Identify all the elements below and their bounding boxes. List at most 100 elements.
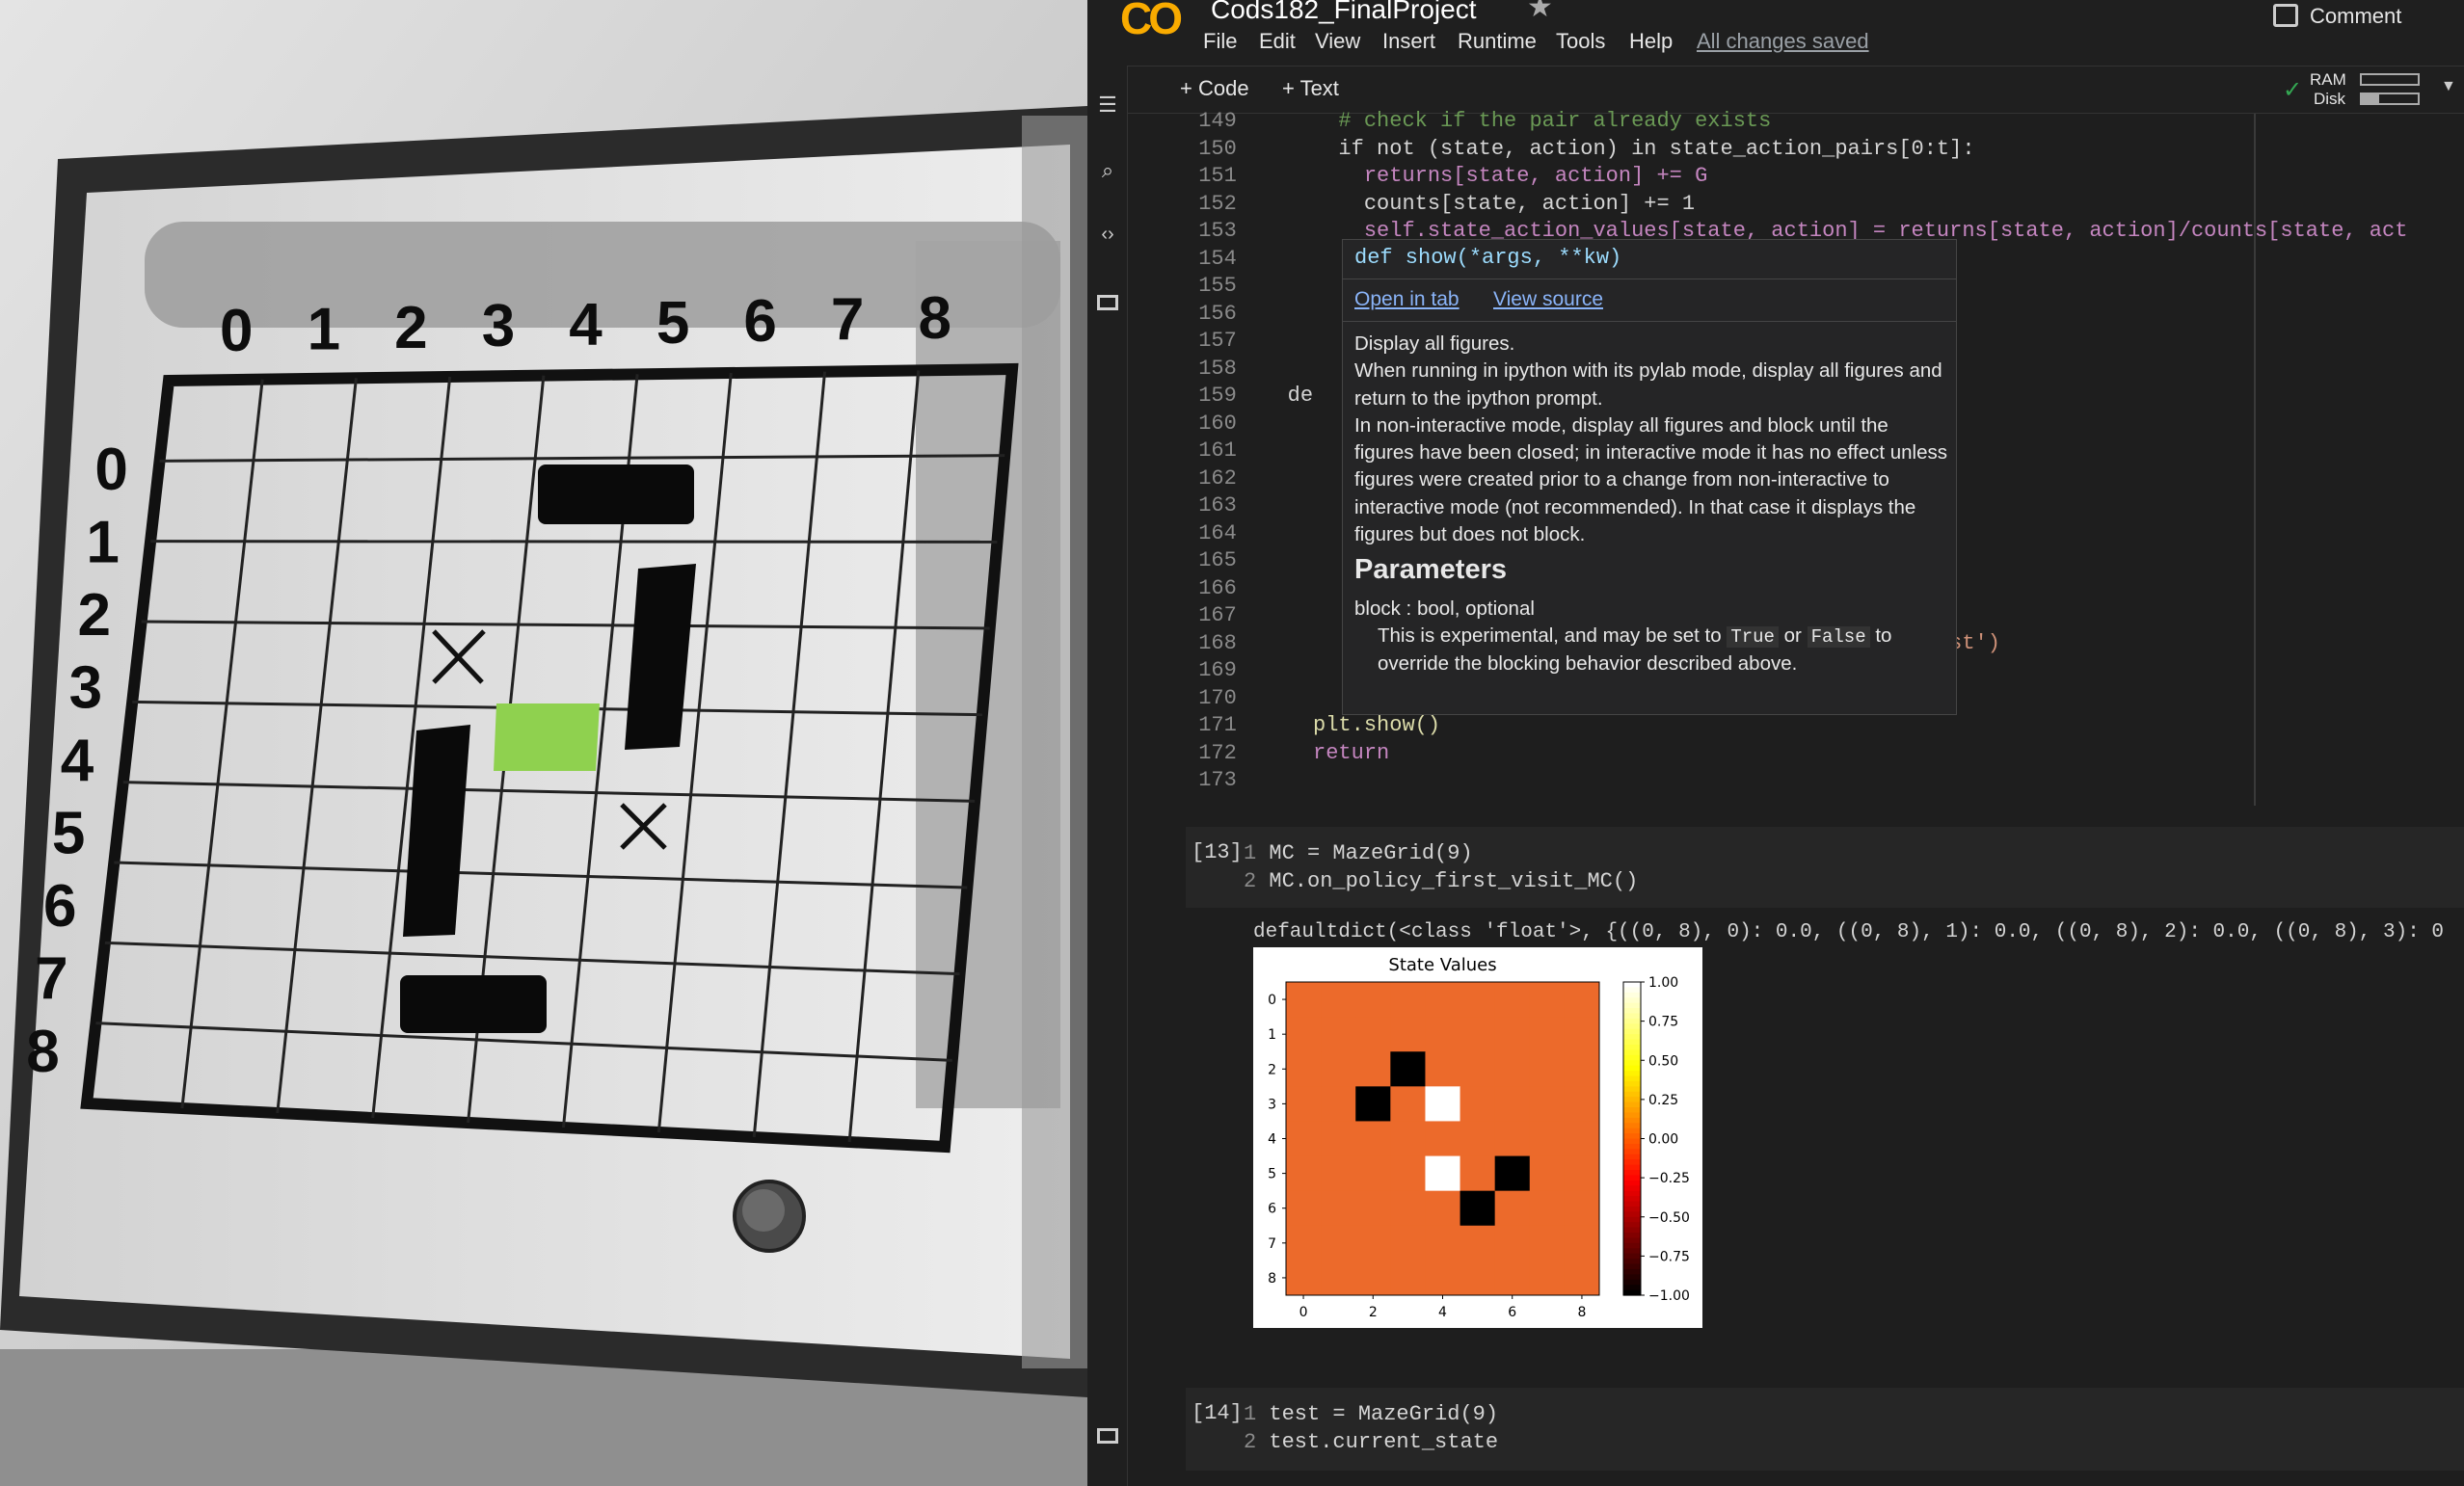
heatmap-cell xyxy=(1564,1121,1600,1157)
colorbar-segment xyxy=(1623,1091,1641,1098)
line-number: 151 xyxy=(1186,164,1237,188)
column-label: 3 xyxy=(482,293,515,359)
code-line: 158 xyxy=(1186,356,1262,384)
heatmap-cell xyxy=(1321,1225,1356,1261)
left-sidebar: ☰ ⌕ ‹› xyxy=(1087,66,1128,1486)
colorbar-segment xyxy=(1623,1039,1641,1046)
chevron-down-icon[interactable]: ▼ xyxy=(2441,78,2456,95)
x-tick-label: 4 xyxy=(1438,1305,1447,1320)
code-text: return xyxy=(1236,740,1390,765)
menu-edit[interactable]: Edit xyxy=(1259,29,1296,54)
table-of-contents-icon[interactable]: ☰ xyxy=(1095,93,1120,118)
star-icon[interactable]: ★ xyxy=(1527,0,1553,24)
save-status[interactable]: All changes saved xyxy=(1697,29,1869,54)
tooltip-param-name: block : bool, optional xyxy=(1354,597,1535,620)
add-text-button[interactable]: + Text xyxy=(1282,76,1339,101)
disk-meter[interactable] xyxy=(2360,93,2420,105)
heatmap-cell xyxy=(1321,1086,1356,1122)
colorbar-tick-label: −1.00 xyxy=(1648,1288,1690,1304)
colorbar-tick-label: 1.00 xyxy=(1648,975,1678,991)
menu-view[interactable]: View xyxy=(1315,29,1360,54)
colorbar-segment xyxy=(1623,1149,1641,1155)
heatmap-cell xyxy=(1321,1017,1356,1052)
colorbar-segment xyxy=(1623,1128,1641,1134)
colorbar-segment xyxy=(1623,1279,1641,1286)
view-source-link[interactable]: View source xyxy=(1493,288,1603,311)
colorbar-tick-label: −0.75 xyxy=(1648,1249,1690,1264)
heatmap-cell xyxy=(1564,1017,1600,1052)
colorbar-segment xyxy=(1623,1185,1641,1192)
ram-label: RAM xyxy=(2310,70,2346,89)
code-cell-13[interactable]: [13] 1 MC = MazeGrid(9) 2 MC.on_policy_f… xyxy=(1186,827,2464,908)
open-in-tab-link[interactable]: Open in tab xyxy=(1354,288,1460,311)
comment-button[interactable]: Comment xyxy=(2310,4,2401,29)
ram-meter[interactable] xyxy=(2360,73,2420,86)
colorbar-segment xyxy=(1623,1222,1641,1229)
notebook-title[interactable]: Cods182_FinalProject xyxy=(1211,0,1477,25)
menu-tools[interactable]: Tools xyxy=(1556,29,1605,54)
code-line: 161 xyxy=(1186,438,1262,465)
heatmap-cell xyxy=(1286,982,1322,1018)
search-icon[interactable]: ⌕ xyxy=(1095,158,1120,183)
colorbar-segment xyxy=(1623,1175,1641,1181)
heatmap-cell xyxy=(1529,1051,1566,1087)
heatmap-cell xyxy=(1321,1051,1356,1087)
heatmap-cell xyxy=(1564,1225,1600,1261)
cell-prompt[interactable]: [13] xyxy=(1192,840,1243,864)
code-snippets-icon[interactable]: ‹› xyxy=(1095,224,1120,249)
x-tick-label: 6 xyxy=(1508,1305,1516,1320)
colorbar-segment xyxy=(1623,1107,1641,1114)
heatmap-cell xyxy=(1494,1260,1531,1296)
menu-runtime[interactable]: Runtime xyxy=(1458,29,1537,54)
colorbar-tick-label: 0.00 xyxy=(1648,1132,1678,1148)
heatmap-cell xyxy=(1494,982,1531,1018)
heatmap-cell xyxy=(1286,1225,1322,1261)
terminal-icon[interactable] xyxy=(1095,1424,1120,1449)
heatmap-cell xyxy=(1425,982,1461,1018)
code-text: # check if the pair already exists xyxy=(1236,109,1772,133)
files-icon[interactable] xyxy=(1095,291,1120,316)
menu-help[interactable]: Help xyxy=(1629,29,1673,54)
code-line: 155 xyxy=(1186,273,1262,301)
row-label: 6 xyxy=(43,873,76,940)
column-label: 7 xyxy=(831,287,864,354)
colorbar-segment xyxy=(1623,1013,1641,1020)
chart-title: State Values xyxy=(1388,955,1496,975)
heatmap-cell xyxy=(1390,1086,1426,1122)
colorbar-segment xyxy=(1623,1259,1641,1265)
y-tick-label: 0 xyxy=(1268,993,1276,1008)
colorbar-segment xyxy=(1623,1196,1641,1203)
line-number: 156 xyxy=(1186,301,1237,326)
heatmap-cell xyxy=(1460,1121,1496,1157)
menu-insert[interactable]: Insert xyxy=(1382,29,1435,54)
row-label: 7 xyxy=(35,946,67,1013)
heatmap-cell xyxy=(1529,1190,1566,1227)
false-code: False xyxy=(1807,625,1870,648)
code-text: counts[state, action] += 1 xyxy=(1236,191,1696,216)
comment-icon[interactable] xyxy=(2273,4,2298,27)
notebook-toolbar: + Code + Text ✓ RAM Disk ▼ xyxy=(1087,66,2464,114)
menu-file[interactable]: File xyxy=(1203,29,1237,54)
colorbar-segment xyxy=(1623,1248,1641,1255)
cell-prompt[interactable]: [14] xyxy=(1192,1401,1243,1425)
code-cell-14[interactable]: [14] 1 test = MazeGrid(9) 2 test.current… xyxy=(1186,1388,2464,1471)
heatmap-cell xyxy=(1529,1017,1566,1052)
y-tick-label: 5 xyxy=(1268,1167,1276,1182)
heatmap-cell xyxy=(1355,1190,1391,1227)
heatmap-cell xyxy=(1529,1260,1566,1296)
colab-logo[interactable]: CO xyxy=(1120,0,1183,44)
heatmap-chart: State Values 0 1 2 3 4 5 6 7 8 0 2 4 6 8 1.00 0.75 0.50 0.… xyxy=(1268,955,1690,1320)
heatmap-cell xyxy=(1390,1017,1426,1052)
row-label: 8 xyxy=(26,1019,59,1085)
goal-cell xyxy=(494,703,600,771)
heatmap-cell xyxy=(1425,1051,1461,1087)
add-code-button[interactable]: + Code xyxy=(1180,76,1249,101)
heatmap-cell xyxy=(1321,1121,1356,1157)
colorbar-segment xyxy=(1623,1071,1641,1077)
heatmap-cell xyxy=(1460,1190,1496,1227)
heatmap-cell xyxy=(1390,1260,1426,1296)
